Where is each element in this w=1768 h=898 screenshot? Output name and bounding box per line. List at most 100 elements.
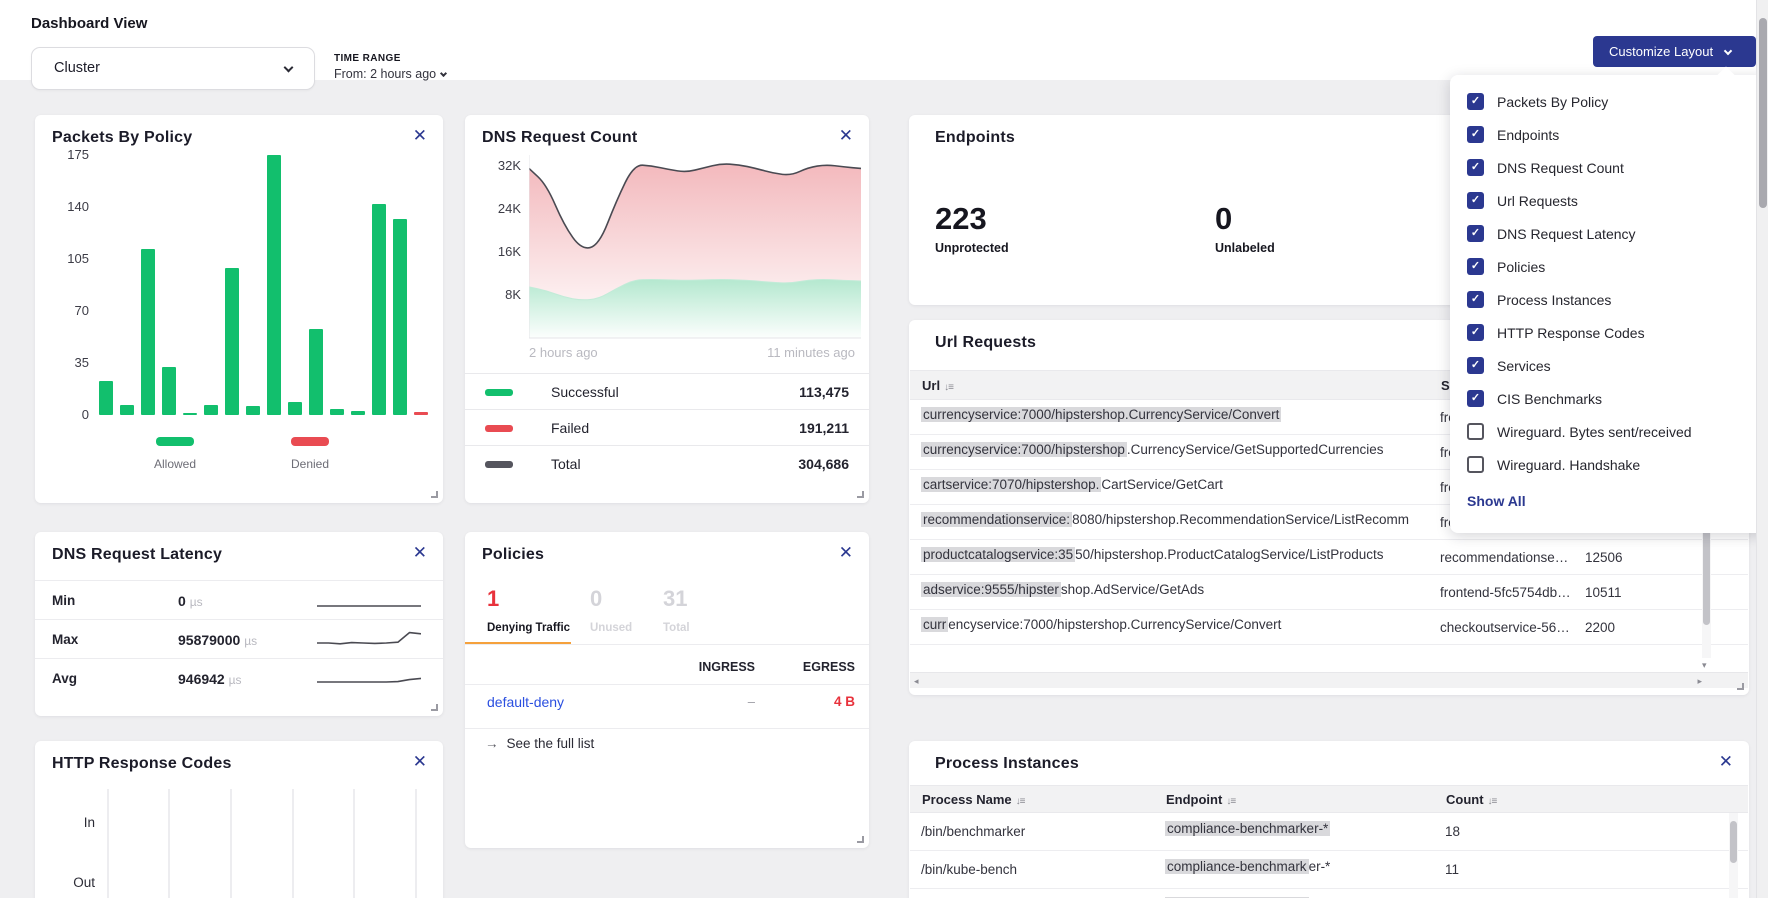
menu-item-policies[interactable]: ✓Policies	[1450, 250, 1768, 283]
policy-tab-total[interactable]: 31Total	[663, 586, 690, 634]
menu-item-label: DNS Request Count	[1497, 160, 1624, 176]
tab-count: 0	[590, 586, 632, 612]
policy-egress-value: 4 B	[785, 694, 855, 709]
checkbox-checked-icon[interactable]: ✓	[1467, 291, 1484, 308]
checkbox-checked-icon[interactable]: ✓	[1467, 225, 1484, 242]
vertical-scrollbar[interactable]	[1729, 813, 1738, 898]
policy-link[interactable]: default-deny	[487, 694, 564, 710]
customize-layout-button[interactable]: Customize Layout	[1593, 36, 1756, 67]
checkbox-checked-icon[interactable]: ✓	[1467, 324, 1484, 341]
checkbox-checked-icon[interactable]: ✓	[1467, 93, 1484, 110]
legend-item: Allowed	[130, 433, 220, 471]
time-range-from[interactable]: From: 2 hours ago	[334, 67, 446, 81]
menu-item-dns-request-latency[interactable]: ✓DNS Request Latency	[1450, 217, 1768, 250]
legend-row: Total304,686	[465, 445, 869, 481]
card-title: Packets By Policy	[52, 129, 192, 147]
policy-tab-denying-traffic[interactable]: 1 Denying Traffic	[487, 586, 570, 634]
view-select[interactable]: Cluster	[31, 47, 315, 90]
tab-label: Denying Traffic	[487, 622, 570, 634]
row-label-in: In	[49, 815, 95, 830]
url-cell: cartservice:7070/hipstershop.CartService…	[921, 477, 1426, 492]
service-cell: frontend-5fc5754db…	[1440, 585, 1575, 600]
checkbox-checked-icon[interactable]: ✓	[1467, 159, 1484, 176]
time-range: TIME RANGE From: 2 hours ago	[334, 53, 446, 81]
x-axis-label-left: 2 hours ago	[529, 345, 598, 360]
menu-item-label: Packets By Policy	[1497, 94, 1608, 110]
y-tick-label: 140	[49, 199, 89, 215]
resize-handle-icon[interactable]	[431, 704, 438, 711]
checkbox-unchecked-icon[interactable]	[1467, 423, 1484, 440]
menu-item-packets-by-policy[interactable]: ✓ Packets By Policy	[1450, 85, 1768, 118]
bar-allowed	[372, 204, 386, 415]
latency-value: 0 µs	[178, 593, 203, 609]
scroll-right-icon[interactable]: ▸	[1697, 676, 1702, 687]
gridline	[415, 789, 417, 898]
count-cell: 11	[1445, 862, 1515, 877]
menu-item-services[interactable]: ✓Services	[1450, 349, 1768, 382]
latency-value: 946942 µs	[178, 671, 242, 687]
menu-item-http-response-codes[interactable]: ✓HTTP Response Codes	[1450, 316, 1768, 349]
close-icon[interactable]: ✕	[413, 753, 427, 770]
legend-value: 113,475	[799, 384, 849, 400]
close-icon[interactable]: ✕	[839, 127, 853, 144]
checkbox-checked-icon[interactable]: ✓	[1467, 258, 1484, 275]
close-icon[interactable]: ✕	[413, 127, 427, 144]
menu-item-process-instances[interactable]: ✓Process Instances	[1450, 283, 1768, 316]
resize-handle-icon[interactable]	[857, 836, 864, 843]
column-header-count[interactable]: Count↓≡	[1446, 792, 1496, 807]
close-icon[interactable]: ✕	[1719, 753, 1733, 770]
card-title: Url Requests	[935, 334, 1036, 352]
card-title: Policies	[482, 546, 544, 564]
chart-legend: Successful113,475Failed191,211Total304,6…	[465, 373, 869, 481]
menu-item-wireguard-bytes-sent-received[interactable]: Wireguard. Bytes sent/received	[1450, 415, 1768, 448]
latency-label: Avg	[52, 671, 77, 686]
column-header-url[interactable]: Url↓≡	[922, 378, 953, 393]
show-all-link[interactable]: Show All	[1467, 493, 1526, 509]
bar-allowed	[99, 381, 113, 415]
legend-value: 191,211	[799, 420, 849, 436]
url-cell: currencyservice:7000/hipstershop.Currenc…	[921, 617, 1426, 632]
legend-swatch	[156, 437, 194, 446]
y-tick-label: 32K	[477, 158, 521, 174]
bar-allowed	[183, 413, 197, 415]
card-title: HTTP Response Codes	[52, 755, 232, 773]
latency-row: Avg 946942 µs	[35, 658, 443, 697]
menu-item-cis-benchmarks[interactable]: ✓CIS Benchmarks	[1450, 382, 1768, 415]
see-full-list-link[interactable]: →See the full list	[485, 736, 594, 751]
page-scrollbar[interactable]	[1756, 0, 1768, 898]
bar-allowed	[393, 219, 407, 415]
checkbox-checked-icon[interactable]: ✓	[1467, 357, 1484, 374]
legend-value: 304,686	[798, 456, 849, 472]
legend-row: Failed191,211	[465, 409, 869, 445]
menu-item-wireguard-handshake[interactable]: Wireguard. Handshake	[1450, 448, 1768, 481]
count-cell: 18	[1445, 824, 1515, 839]
checkbox-checked-icon[interactable]: ✓	[1467, 192, 1484, 209]
column-header-endpoint[interactable]: Endpoint↓≡	[1166, 792, 1235, 807]
menu-item-url-requests[interactable]: ✓Url Requests	[1450, 184, 1768, 217]
y-tick-label: 8K	[477, 287, 521, 303]
horizontal-scrollbar[interactable]: ◂ ▸	[910, 672, 1748, 688]
card-title: DNS Request Latency	[52, 546, 222, 564]
resize-handle-icon[interactable]	[431, 491, 438, 498]
checkbox-unchecked-icon[interactable]	[1467, 456, 1484, 473]
scroll-left-icon[interactable]: ◂	[914, 676, 919, 687]
close-icon[interactable]: ✕	[839, 544, 853, 561]
checkbox-checked-icon[interactable]: ✓	[1467, 126, 1484, 143]
customize-layout-menu: ✓Packets By Policy✓Endpoints✓DNS Request…	[1450, 75, 1768, 533]
resize-handle-icon[interactable]	[857, 491, 864, 498]
bar-allowed	[141, 249, 155, 415]
chevron-down-icon	[1724, 47, 1732, 55]
close-icon[interactable]: ✕	[413, 544, 427, 561]
bar-allowed	[309, 329, 323, 415]
scroll-down-icon[interactable]: ▾	[1702, 660, 1707, 671]
latency-value: 95879000 µs	[178, 632, 257, 648]
menu-item-endpoints[interactable]: ✓Endpoints	[1450, 118, 1768, 151]
checkbox-checked-icon[interactable]: ✓	[1467, 390, 1484, 407]
resize-handle-icon[interactable]	[1737, 683, 1744, 690]
chevron-down-icon	[440, 70, 447, 77]
menu-item-dns-request-count[interactable]: ✓ DNS Request Count	[1450, 151, 1768, 184]
tab-count: 1	[487, 586, 570, 612]
column-header-process-name[interactable]: Process Name↓≡	[922, 792, 1024, 807]
legend-swatch	[485, 389, 513, 396]
policy-tab-unused[interactable]: 0Unused	[590, 586, 632, 634]
